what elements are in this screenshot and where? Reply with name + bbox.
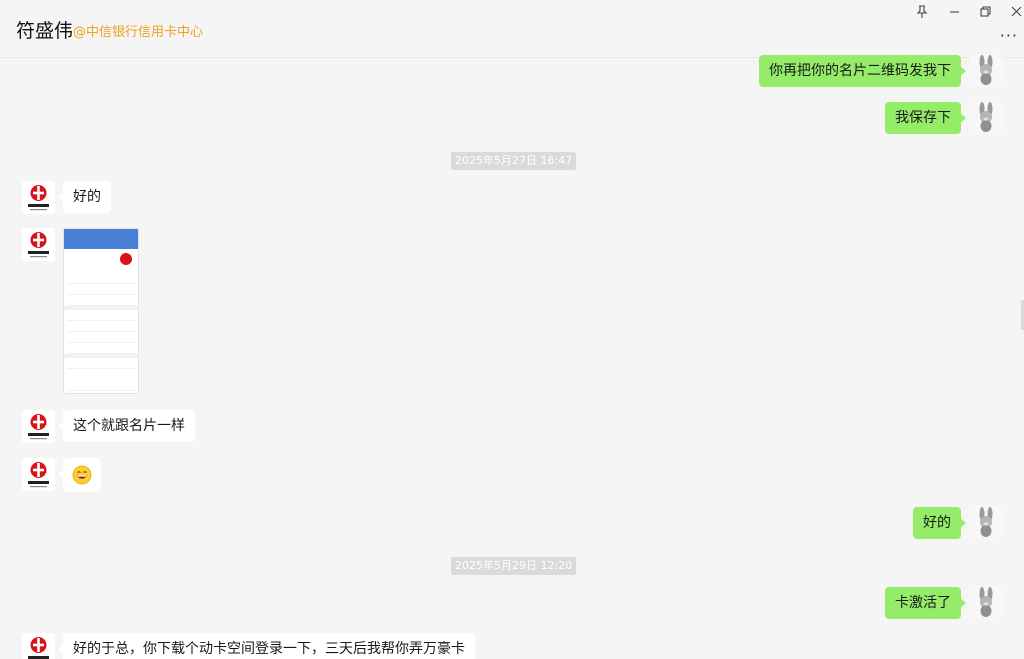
minimize-icon[interactable] bbox=[944, 2, 964, 20]
contact-company: @中信银行信用卡中心 bbox=[73, 25, 204, 40]
contact-avatar[interactable] bbox=[22, 228, 55, 261]
my-avatar[interactable] bbox=[970, 586, 1003, 619]
message-bubble-incoming[interactable]: 这个就跟名片一样 bbox=[58, 410, 195, 442]
citic-logo-icon bbox=[22, 410, 55, 443]
citic-logo-icon bbox=[22, 458, 55, 491]
contact-avatar[interactable] bbox=[22, 410, 55, 443]
my-avatar[interactable] bbox=[970, 54, 1003, 87]
contact-avatar[interactable] bbox=[22, 181, 55, 214]
my-avatar[interactable] bbox=[970, 506, 1003, 539]
rabbit-avatar-icon bbox=[970, 54, 1003, 87]
thumbnail-row bbox=[67, 273, 135, 284]
contact-avatar[interactable] bbox=[22, 633, 55, 659]
more-icon[interactable]: ··· bbox=[1000, 26, 1018, 45]
timestamp: 2025年5月29日 12:20 bbox=[451, 557, 577, 575]
image-message-thumbnail[interactable] bbox=[63, 228, 139, 394]
rabbit-avatar-icon bbox=[970, 101, 1003, 134]
thumbnail-profile-row bbox=[64, 249, 138, 273]
my-avatar[interactable] bbox=[970, 101, 1003, 134]
thumbnail-row bbox=[67, 343, 135, 354]
restore-icon[interactable] bbox=[975, 2, 995, 20]
thumbnail-header bbox=[64, 229, 138, 249]
contact-name[interactable]: 符盛伟 bbox=[16, 16, 73, 43]
message-bubble-outgoing[interactable]: 卡激活了 bbox=[885, 587, 966, 619]
chat-header: 符盛伟 @中信银行信用卡中心 ··· bbox=[0, 0, 1024, 58]
citic-logo-icon bbox=[22, 181, 55, 214]
pin-icon[interactable] bbox=[912, 2, 932, 20]
thumbnail-logo bbox=[120, 253, 132, 265]
message-bubble-outgoing[interactable]: 你再把你的名片二维码发我下 bbox=[759, 55, 966, 87]
timestamp: 2025年5月27日 16:47 bbox=[451, 152, 577, 170]
thumbnail-row bbox=[67, 284, 135, 295]
message-bubble-outgoing[interactable]: 我保存下 bbox=[885, 102, 966, 134]
rabbit-avatar-icon bbox=[970, 506, 1003, 539]
grin-emoji-icon bbox=[72, 465, 92, 485]
thumbnail-row bbox=[67, 321, 135, 332]
contact-avatar[interactable] bbox=[22, 458, 55, 491]
thumbnail-row bbox=[67, 369, 135, 391]
message-bubble-outgoing[interactable]: 好的 bbox=[913, 507, 966, 539]
message-bubble-incoming[interactable]: 好的于总，你下载个动卡空间登录一下，三天后我帮你弄万豪卡 bbox=[58, 633, 475, 659]
thumbnail-row bbox=[67, 358, 135, 369]
close-icon[interactable] bbox=[1006, 2, 1024, 20]
rabbit-avatar-icon bbox=[970, 586, 1003, 619]
citic-logo-icon bbox=[22, 633, 55, 659]
message-bubble-incoming[interactable] bbox=[58, 458, 101, 492]
thumbnail-row bbox=[67, 295, 135, 306]
thumbnail-row bbox=[67, 332, 135, 343]
message-bubble-incoming[interactable]: 好的 bbox=[58, 181, 111, 213]
citic-logo-icon bbox=[22, 228, 55, 261]
thumbnail-row bbox=[67, 310, 135, 321]
